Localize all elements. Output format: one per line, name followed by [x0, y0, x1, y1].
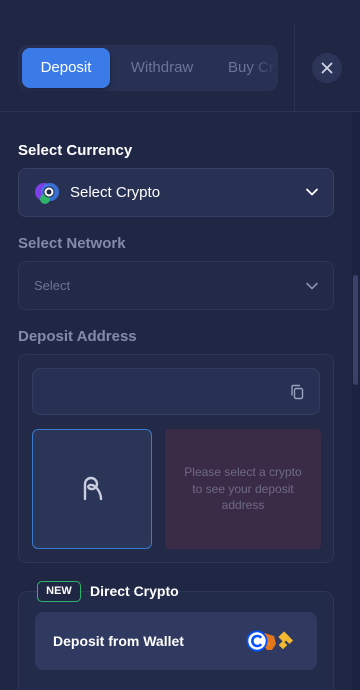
deposit-from-wallet-label: Deposit from Wallet — [53, 633, 184, 649]
deposit-address-field — [32, 368, 320, 415]
scrollbar-track[interactable] — [352, 112, 360, 690]
currency-select[interactable]: Select Crypto — [18, 168, 334, 217]
coinbase-icon — [246, 630, 268, 652]
wallet-icons — [246, 629, 298, 653]
deposit-address-label: Deposit Address — [18, 328, 137, 345]
deposit-address-message: Please select a crypto to see your depos… — [165, 429, 321, 549]
network-label: Select Network — [18, 235, 126, 252]
network-select-placeholder: Select — [34, 278, 71, 293]
currency-select-value: Select Crypto — [70, 184, 161, 201]
chevron-down-icon — [306, 282, 318, 290]
tab-bar: Deposit Withdraw Buy Cr — [18, 45, 278, 91]
currency-label: Select Currency — [18, 142, 133, 159]
scrollbar-thumb[interactable] — [353, 275, 358, 385]
tab-bar-fade — [248, 45, 278, 91]
close-icon — [321, 62, 333, 74]
qr-logo-icon — [83, 476, 103, 501]
network-select[interactable]: Select — [18, 261, 334, 310]
direct-crypto-title: Direct Crypto — [90, 583, 179, 599]
tab-deposit[interactable]: Deposit — [22, 48, 110, 88]
header: Deposit Withdraw Buy Cr — [0, 0, 360, 112]
chevron-down-icon — [306, 188, 318, 196]
crypto-logo-icon — [35, 183, 59, 204]
qr-code-placeholder — [32, 429, 152, 549]
copy-icon[interactable] — [290, 384, 304, 400]
tab-withdraw[interactable]: Withdraw — [118, 48, 206, 88]
header-divider — [294, 25, 295, 111]
new-badge: NEW — [37, 581, 81, 602]
close-button[interactable] — [312, 53, 342, 83]
binance-icon — [278, 631, 294, 650]
